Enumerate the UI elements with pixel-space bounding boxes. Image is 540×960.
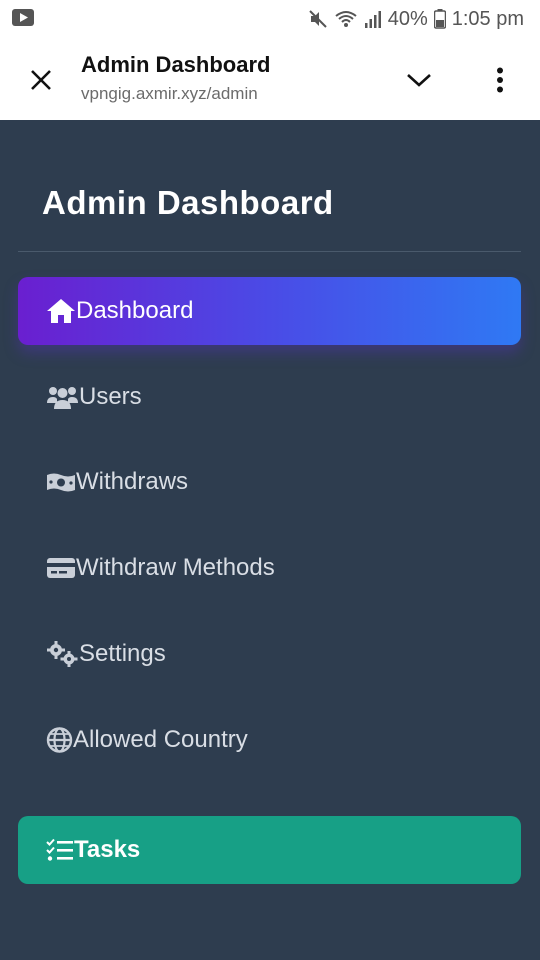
youtube-icon: [12, 9, 34, 26]
signal-icon: [364, 11, 381, 28]
wifi-icon: [335, 11, 357, 27]
globe-icon: [46, 727, 73, 753]
chevron-down-icon: [407, 74, 431, 87]
nav-label-users: Users: [79, 383, 142, 410]
nav-item-withdraw-methods[interactable]: Withdraw Methods: [18, 534, 521, 602]
nav-item-settings[interactable]: Settings: [18, 620, 521, 688]
close-button[interactable]: [24, 63, 58, 97]
battery-percent: 40%: [387, 7, 428, 30]
divider: [18, 251, 521, 252]
nav-item-users[interactable]: Users: [18, 363, 521, 431]
users-icon: [46, 384, 79, 410]
mute-icon: [308, 10, 327, 28]
browser-toolbar: Admin Dashboard vpngig.axmir.xyz/admin: [0, 38, 540, 120]
nav-item-allowed-country[interactable]: Allowed Country: [18, 706, 521, 774]
nav-item-dashboard[interactable]: Dashboard: [18, 277, 521, 345]
close-icon: [31, 70, 51, 90]
tasks-icon: [46, 838, 74, 862]
more-vertical-icon: [497, 67, 503, 93]
status-icons: 40% 1:05 pm: [308, 6, 524, 32]
status-bar: 40% 1:05 pm: [0, 0, 540, 38]
money-icon: [46, 470, 76, 494]
nav-label-tasks: Tasks: [74, 836, 141, 863]
sidebar-title: Admin Dashboard: [42, 184, 334, 221]
nav-item-withdraws[interactable]: Withdraws: [18, 448, 521, 516]
clock: 1:05 pm: [451, 7, 524, 30]
nav-label-withdraws: Withdraws: [76, 468, 189, 495]
expand-button[interactable]: [402, 63, 436, 97]
nav-label-allowed-country: Allowed Country: [73, 726, 248, 753]
nav-item-tasks[interactable]: Tasks: [18, 816, 521, 884]
battery-icon: [433, 9, 446, 29]
nav-label-withdraw-methods: Withdraw Methods: [76, 554, 275, 581]
credit-card-icon: [46, 556, 76, 580]
browser-url[interactable]: vpngig.axmir.xyz/admin: [81, 84, 258, 104]
home-icon: [46, 298, 76, 324]
nav-label-settings: Settings: [79, 640, 166, 667]
more-options-button[interactable]: [484, 63, 516, 97]
admin-sidebar: Admin Dashboard Dashboard Users Withdraw…: [0, 120, 540, 960]
browser-page-title: Admin Dashboard: [81, 52, 271, 77]
gears-icon: [46, 641, 79, 667]
nav-label-dashboard: Dashboard: [76, 297, 194, 324]
